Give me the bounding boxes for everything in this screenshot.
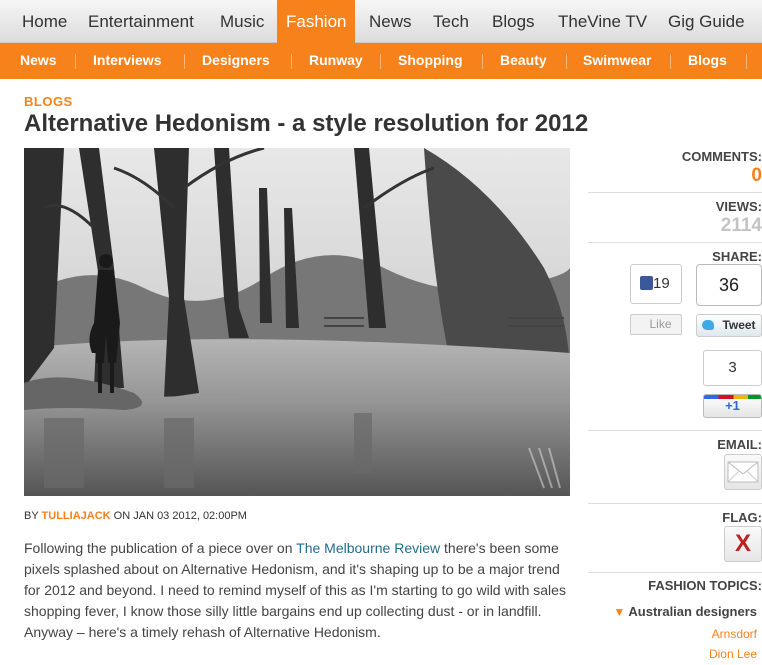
subnav-swimwear[interactable]: Swimwear	[583, 43, 651, 79]
subnav-divider	[482, 54, 483, 69]
google-plus-one-label: +1	[725, 398, 740, 413]
article-category[interactable]: BLOGS	[24, 94, 73, 109]
facebook-count-value: 19	[653, 275, 670, 292]
facebook-thumb-icon	[640, 276, 653, 290]
sidebar-divider	[588, 503, 762, 504]
subnav-beauty[interactable]: Beauty	[500, 43, 547, 79]
topic-dion-lee[interactable]: Dion Lee	[709, 647, 757, 661]
subnav-divider	[746, 54, 747, 69]
subnav-divider	[380, 54, 381, 69]
subnav-designers[interactable]: Designers	[202, 43, 270, 79]
sidebar-divider	[588, 572, 762, 573]
author-link[interactable]: TULLIAJACK	[42, 510, 111, 522]
flag-label: FLAG:	[722, 510, 762, 525]
topic-arnsdorf[interactable]: Arnsdorf	[712, 627, 757, 641]
sidebar-divider	[588, 192, 762, 193]
subnav-news[interactable]: News	[20, 43, 57, 79]
topic-australian-designers[interactable]: ▼ Australian designers	[613, 604, 757, 619]
tweet-button-label: Tweet	[722, 318, 756, 332]
nav-fashion[interactable]: Fashion	[277, 0, 356, 46]
byline-date: ON JAN 03 2012, 02:00PM	[113, 510, 247, 522]
nav-music[interactable]: Music	[220, 0, 264, 43]
byline-prefix: BY	[24, 510, 39, 522]
comments-count[interactable]: 0	[751, 165, 762, 187]
article-title: Alternative Hedonism - a style resolutio…	[24, 110, 589, 137]
nav-home[interactable]: Home	[22, 0, 67, 43]
nav-thevine-tv[interactable]: TheVine TV	[558, 0, 647, 43]
article-photo	[24, 148, 570, 496]
flag-x-icon: X	[734, 530, 751, 557]
subnav-runway[interactable]: Runway	[309, 43, 363, 79]
subnav-shopping[interactable]: Shopping	[398, 43, 463, 79]
subnav-divider	[291, 54, 292, 69]
subnav-interviews[interactable]: Interviews	[93, 43, 161, 79]
google-plus-one-button[interactable]: +1	[703, 394, 762, 418]
body-text-intro: Following the publication of a piece ove…	[24, 540, 293, 556]
melbourne-review-link[interactable]: The Melbourne Review	[296, 540, 440, 556]
nav-entertainment[interactable]: Entertainment	[88, 0, 194, 43]
nav-news[interactable]: News	[369, 0, 412, 43]
article-byline: BY TULLIAJACK ON JAN 03 2012, 02:00PM	[24, 510, 247, 522]
google-plus-count: 3	[703, 350, 762, 386]
subnav-divider	[670, 54, 671, 69]
nav-blogs[interactable]: Blogs	[492, 0, 535, 43]
google-color-stripe	[704, 395, 761, 399]
photo-woman-by-lake	[24, 148, 570, 496]
topic-main-label: Australian designers	[628, 604, 757, 619]
sidebar-divider	[588, 242, 762, 243]
views-count: 2114	[720, 215, 762, 236]
email-label: EMAIL:	[717, 437, 762, 452]
facebook-like-button[interactable]: Like	[630, 314, 682, 335]
twitter-count: 36	[696, 264, 762, 306]
main-navigation: Home Entertainment Music Fashion News Te…	[0, 0, 762, 46]
views-label: VIEWS:	[715, 199, 762, 214]
fashion-subnavigation: News Interviews Designers Runway Shoppin…	[0, 43, 762, 79]
sidebar-divider	[588, 430, 762, 431]
nav-gig-guide[interactable]: Gig Guide	[668, 0, 745, 43]
subnav-divider	[184, 54, 185, 69]
share-label: SHARE:	[712, 249, 762, 264]
subnav-divider	[566, 54, 567, 69]
fashion-topics-label: FASHION TOPICS:	[648, 578, 762, 593]
triangle-down-icon: ▼	[613, 605, 626, 619]
tweet-button[interactable]: Tweet	[696, 314, 762, 337]
nav-tech[interactable]: Tech	[433, 0, 469, 43]
article-body: Following the publication of a piece ove…	[24, 538, 574, 643]
facebook-like-count: 19	[630, 264, 682, 304]
subnav-blogs[interactable]: Blogs	[688, 43, 727, 79]
flag-button[interactable]: X	[724, 526, 762, 562]
email-envelope-icon	[727, 461, 759, 483]
subnav-divider	[75, 54, 76, 69]
twitter-bird-icon	[702, 320, 714, 330]
comments-label: COMMENTS:	[681, 149, 762, 164]
email-button[interactable]	[724, 454, 762, 490]
